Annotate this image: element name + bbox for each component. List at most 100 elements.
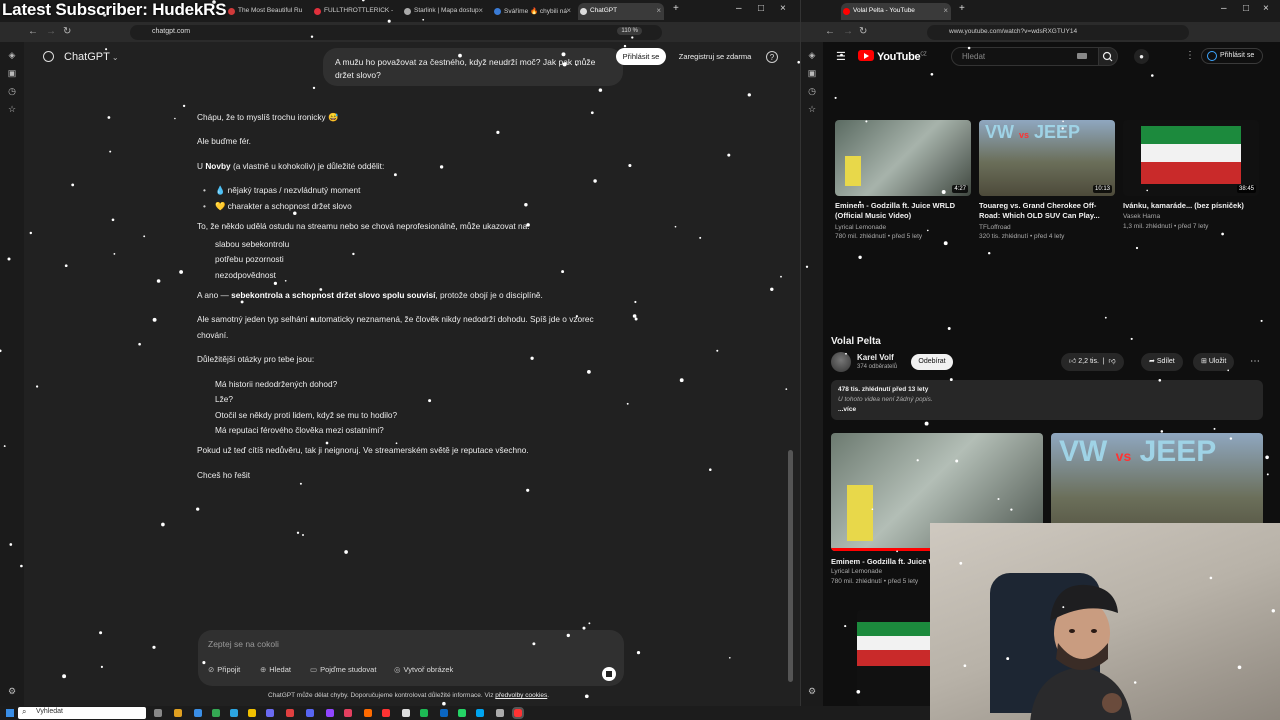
video-title[interactable]: Ivánku, kamaráde... (bez písniček): [1123, 201, 1263, 211]
sidebar-wallet-icon[interactable]: ▣: [7, 68, 17, 78]
video-thumbnail[interactable]: 4:27: [835, 120, 971, 196]
new-tab-icon[interactable]: +: [673, 3, 679, 14]
like-button[interactable]: 👍︎ 2,2 tis. | 👎︎: [1061, 353, 1124, 371]
menu-icon[interactable]: ☰: [836, 50, 846, 63]
close-tab-icon[interactable]: ×: [478, 6, 483, 15]
brave-active-icon[interactable]: [512, 707, 524, 719]
video-title[interactable]: Touareg vs. Grand Cherokee Off-Road: Whi…: [979, 201, 1117, 221]
help-icon[interactable]: ?: [766, 51, 778, 63]
tab-youtube[interactable]: Volal Pelta - YouTube ×: [841, 3, 951, 20]
app-icon[interactable]: [364, 709, 372, 717]
app-icon[interactable]: [266, 709, 274, 717]
sidebar-wallet-icon[interactable]: ▣: [807, 68, 817, 78]
sidebar-messenger-icon[interactable]: ◈: [7, 50, 17, 60]
app-icon[interactable]: [420, 709, 428, 717]
whatsapp-icon[interactable]: [458, 709, 466, 717]
tab-chatgpt[interactable]: ChatGPT ×: [578, 3, 664, 20]
share-button[interactable]: ➦ Sdílet: [1141, 353, 1183, 371]
forward-icon[interactable]: →: [46, 26, 56, 37]
minimize-icon[interactable]: –: [1221, 3, 1227, 14]
keyboard-icon[interactable]: [1077, 53, 1087, 59]
sidebar-history-icon[interactable]: ◷: [7, 86, 17, 96]
login-button[interactable]: Přihlásit se: [616, 48, 666, 65]
show-more-link[interactable]: ...více: [838, 405, 1256, 415]
search-button[interactable]: ⊕ Hledat: [260, 665, 291, 674]
tab-fullthrottlerick[interactable]: FULLTHROTTLERICK -: [312, 3, 396, 20]
sidebar-bookmark-icon[interactable]: ☆: [807, 104, 817, 114]
app-icon[interactable]: [402, 709, 410, 717]
subscribe-button[interactable]: Odebírat: [911, 354, 953, 370]
prompt-input[interactable]: Zeptej se na cokoli: [208, 639, 279, 649]
youtube-logo[interactable]: YouTubeCZ: [858, 50, 927, 63]
sidebar-bookmark-icon[interactable]: ☆: [7, 104, 17, 114]
video-title[interactable]: Eminem - Godzilla ft. Juice WRLD (Offici…: [835, 201, 971, 221]
back-icon[interactable]: ←: [28, 26, 38, 37]
attach-button[interactable]: ⊘ Připojit: [208, 665, 240, 674]
search-button[interactable]: [1098, 47, 1118, 66]
taskbar-search[interactable]: ⌕ Vyhledat: [18, 707, 146, 719]
app-icon[interactable]: [476, 709, 484, 717]
url-field[interactable]: chatgpt.com 110 %: [130, 25, 662, 40]
recommended-video-thumbnail[interactable]: [857, 610, 937, 706]
sidebar-settings-icon[interactable]: ⚙: [7, 686, 17, 696]
thumbs-down-icon[interactable]: 👎︎: [1109, 358, 1116, 365]
close-tab-icon[interactable]: ×: [656, 6, 661, 15]
channel-name[interactable]: Karel Volf: [857, 353, 894, 362]
cookie-prefs-link[interactable]: předvolby cookies: [495, 692, 547, 699]
close-tab-icon[interactable]: ×: [943, 6, 948, 15]
kebab-menu-icon[interactable]: ⋮: [1185, 50, 1195, 61]
stop-button[interactable]: [602, 667, 616, 681]
browser-sidebar: ◈ ▣ ◷ ☆ ⚙: [801, 42, 823, 706]
video-thumbnail[interactable]: VW vs JEEP 10:13: [979, 120, 1115, 196]
sidebar-messenger-icon[interactable]: ◈: [807, 50, 817, 60]
zoom-badge[interactable]: 110 %: [617, 27, 642, 35]
close-window-icon[interactable]: ×: [780, 3, 786, 14]
brave-icon[interactable]: [382, 709, 390, 717]
app-icon[interactable]: [496, 709, 504, 717]
twitch-icon[interactable]: [326, 709, 334, 717]
app-icon[interactable]: [440, 709, 448, 717]
tab-svarime[interactable]: Sváříme 🔥 chybili ná ×: [492, 3, 574, 20]
url-field[interactable]: www.youtube.com/watch?v=wdsRXGTUY14: [927, 25, 1189, 40]
save-button[interactable]: ⊞ Uložit: [1193, 353, 1235, 371]
maximize-icon[interactable]: □: [1243, 3, 1249, 14]
model-selector[interactable]: ChatGPT ⌄: [64, 51, 119, 63]
app-icon[interactable]: [344, 709, 352, 717]
close-tab-icon[interactable]: ×: [566, 6, 571, 15]
discord-icon[interactable]: [306, 709, 314, 717]
register-button[interactable]: Zaregistruj se zdarma: [672, 48, 758, 65]
new-tab-icon[interactable]: +: [959, 3, 965, 14]
avatar[interactable]: [831, 352, 851, 372]
telegram-icon[interactable]: [230, 709, 238, 717]
description-box[interactable]: 478 tis. zhlédnutí před 13 lety U tohoto…: [831, 380, 1263, 420]
create-image-button[interactable]: ◎ Vytvoř obrázek: [394, 665, 453, 674]
chrome-icon[interactable]: [212, 709, 220, 717]
sidebar-settings-icon[interactable]: ⚙: [807, 686, 817, 696]
study-button[interactable]: ▭ Pojďme studovat: [310, 665, 376, 674]
forward-icon[interactable]: →: [843, 26, 853, 37]
minimize-icon[interactable]: –: [736, 3, 742, 14]
youtube-login-button[interactable]: Přihlásit se: [1201, 48, 1263, 64]
microphone-icon[interactable]: ●: [1134, 49, 1149, 64]
channel-name[interactable]: Lyrical Lemonade: [831, 567, 882, 577]
reload-icon[interactable]: ↻: [63, 26, 71, 37]
app-icon[interactable]: [194, 709, 202, 717]
reload-icon[interactable]: ↻: [859, 26, 867, 37]
channel-name[interactable]: Vasek Harna: [1123, 212, 1160, 222]
app-icon[interactable]: [286, 709, 294, 717]
task-view-icon[interactable]: [154, 709, 162, 717]
maximize-icon[interactable]: □: [758, 3, 764, 14]
start-icon[interactable]: [6, 709, 14, 717]
scrollbar[interactable]: [788, 450, 793, 682]
explorer-icon[interactable]: [174, 709, 182, 717]
sidebar-history-icon[interactable]: ◷: [807, 86, 817, 96]
paragraph: A ano — sebekontrola a schopnost držet s…: [197, 290, 543, 300]
video-thumbnail[interactable]: 38:45: [1123, 120, 1259, 196]
tab-starlink[interactable]: Starlink | Mapa dostup ×: [402, 3, 486, 20]
more-actions-icon[interactable]: ⋯: [1247, 356, 1263, 370]
app-icon[interactable]: [248, 709, 256, 717]
share-icon: ➦: [1149, 358, 1157, 365]
back-icon[interactable]: ←: [825, 26, 835, 37]
close-window-icon[interactable]: ×: [1263, 3, 1269, 14]
tab-most-beautiful[interactable]: The Most Beautiful Ru: [226, 3, 306, 20]
